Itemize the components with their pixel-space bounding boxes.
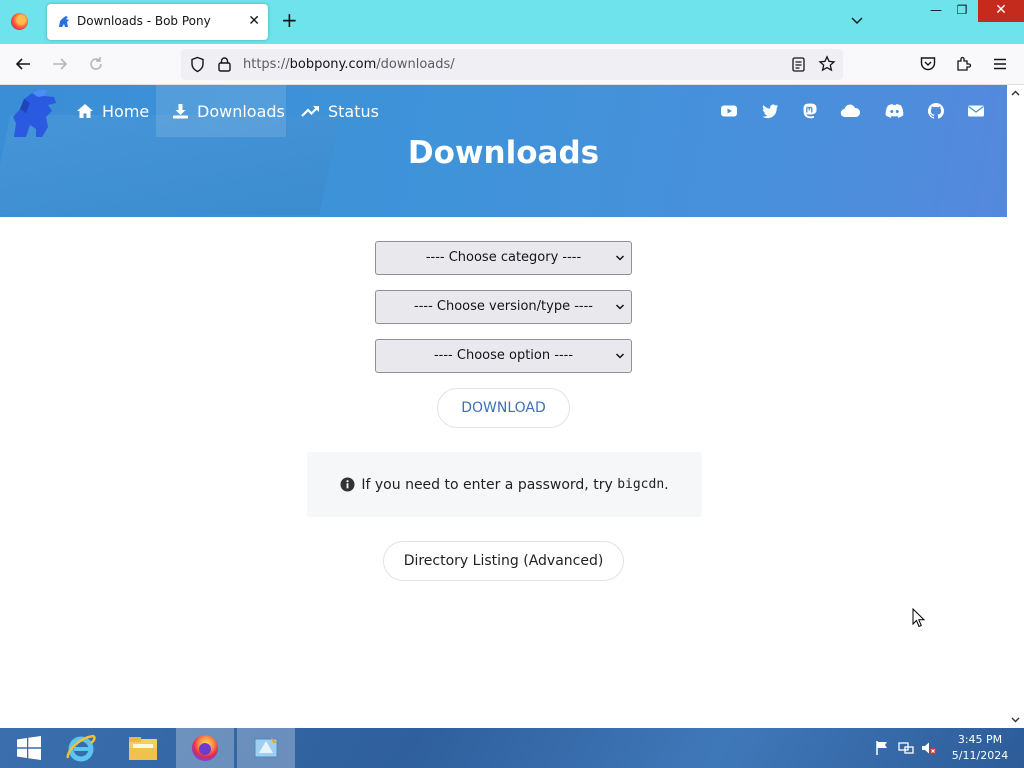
tab-downloads[interactable]: Downloads - Bob Pony ✕: [47, 4, 268, 40]
setup-installer-icon: [254, 737, 278, 758]
bookmark-star-icon[interactable]: [818, 55, 836, 73]
download-icon: [173, 104, 188, 119]
url-host: bobpony.com: [289, 57, 377, 72]
back-arrow-icon[interactable]: [14, 55, 32, 73]
notice-text: If you need to enter a password, try: [361, 476, 618, 493]
password-code: bigcdn: [617, 477, 665, 492]
web-page: Home Downloads Status Downloads ---- Cho…: [0, 85, 1007, 728]
url-bar[interactable]: https://bobpony.com/downloads/: [181, 49, 843, 80]
taskbar-file-explorer[interactable]: [114, 728, 172, 768]
password-notice: If you need to enter a password, try big…: [307, 452, 702, 517]
clock-time: 3:45 PM: [957, 733, 1003, 746]
info-circle-icon: [340, 477, 355, 492]
hamburger-menu-icon[interactable]: [991, 55, 1009, 73]
clock-date: 5/11/2024: [951, 749, 1009, 762]
email-icon[interactable]: [967, 102, 985, 120]
directory-listing-button[interactable]: Directory Listing (Advanced): [383, 541, 624, 581]
version-type-select[interactable]: ---- Choose version/type ----: [375, 290, 632, 324]
home-icon: [77, 104, 93, 118]
nav-downloads-label: Downloads: [197, 101, 285, 121]
github-icon[interactable]: [927, 102, 945, 120]
nav-status-link[interactable]: Status: [301, 85, 379, 137]
tab-title: Downloads - Bob Pony: [77, 14, 211, 28]
scroll-down-arrow-icon[interactable]: [1010, 714, 1021, 725]
browser-titlebar: Downloads - Bob Pony ✕ + — ❐ ✕: [0, 0, 1024, 44]
nav-status-label: Status: [328, 101, 379, 121]
firefox-logo-icon[interactable]: [11, 13, 28, 30]
taskbar-firefox[interactable]: [176, 728, 234, 768]
internet-explorer-icon: [66, 734, 96, 762]
chevron-down-icon: [615, 255, 625, 261]
bob-pony-favicon-icon: [59, 16, 69, 27]
url-path: /downloads/: [376, 57, 455, 72]
extensions-puzzle-icon[interactable]: [955, 55, 973, 73]
download-button[interactable]: DOWNLOAD: [437, 388, 570, 428]
volume-muted-icon[interactable]: [921, 740, 937, 756]
list-all-tabs-icon[interactable]: [849, 12, 865, 28]
tracking-protection-shield-icon[interactable]: [189, 56, 206, 73]
taskbar-setup-app[interactable]: [237, 728, 295, 768]
network-icon[interactable]: [898, 740, 914, 756]
mastodon-icon[interactable]: [801, 102, 819, 120]
youtube-icon[interactable]: [720, 102, 738, 120]
page-header: Home Downloads Status Downloads: [0, 85, 1007, 217]
discord-icon[interactable]: [884, 102, 905, 120]
action-center-flag-icon[interactable]: [874, 740, 890, 756]
window-close-button[interactable]: ✕: [978, 0, 1024, 22]
url-scheme: https://: [243, 57, 290, 72]
bob-pony-logo-icon[interactable]: [10, 87, 60, 139]
url-text[interactable]: https://bobpony.com/downloads/: [243, 57, 455, 72]
forward-arrow-icon[interactable]: [51, 55, 69, 73]
nav-downloads-link[interactable]: Downloads: [156, 85, 286, 137]
category-select[interactable]: ---- Choose category ----: [375, 241, 632, 275]
reload-icon[interactable]: [87, 55, 105, 73]
chevron-down-icon: [615, 304, 625, 310]
pocket-icon[interactable]: [919, 55, 937, 73]
system-clock[interactable]: 3:45 PM 5/11/2024: [945, 732, 1015, 764]
page-scrollbar[interactable]: [1007, 85, 1024, 728]
nav-home-link[interactable]: Home: [76, 85, 149, 137]
version-select-value: ---- Choose version/type ----: [414, 299, 593, 314]
nav-home-label: Home: [102, 101, 150, 121]
cloud-icon[interactable]: [840, 102, 861, 120]
taskbar-internet-explorer[interactable]: [52, 728, 110, 768]
folder-icon: [129, 737, 157, 760]
firefox-icon: [192, 735, 218, 761]
twitter-icon[interactable]: [761, 102, 779, 120]
mouse-cursor-icon: [912, 608, 926, 628]
trending-up-icon: [301, 106, 319, 117]
windows-logo-icon: [17, 736, 41, 760]
window-restore-button[interactable]: ❐: [947, 0, 977, 22]
reader-view-icon[interactable]: [791, 56, 806, 73]
category-select-value: ---- Choose category ----: [425, 250, 582, 265]
new-tab-button[interactable]: +: [281, 10, 298, 30]
option-select[interactable]: ---- Choose option ----: [375, 339, 632, 373]
lock-icon[interactable]: [217, 56, 232, 73]
notice-suffix: .: [664, 476, 669, 493]
option-select-value: ---- Choose option ----: [433, 348, 574, 363]
windows-taskbar: 3:45 PM 5/11/2024: [0, 728, 1024, 768]
tab-close-button[interactable]: ✕: [248, 13, 260, 29]
scroll-up-arrow-icon[interactable]: [1010, 88, 1021, 99]
navigation-toolbar: https://bobpony.com/downloads/: [0, 44, 1024, 85]
chevron-down-icon: [615, 353, 625, 359]
page-title: Downloads: [407, 135, 600, 171]
start-button[interactable]: [0, 728, 58, 768]
